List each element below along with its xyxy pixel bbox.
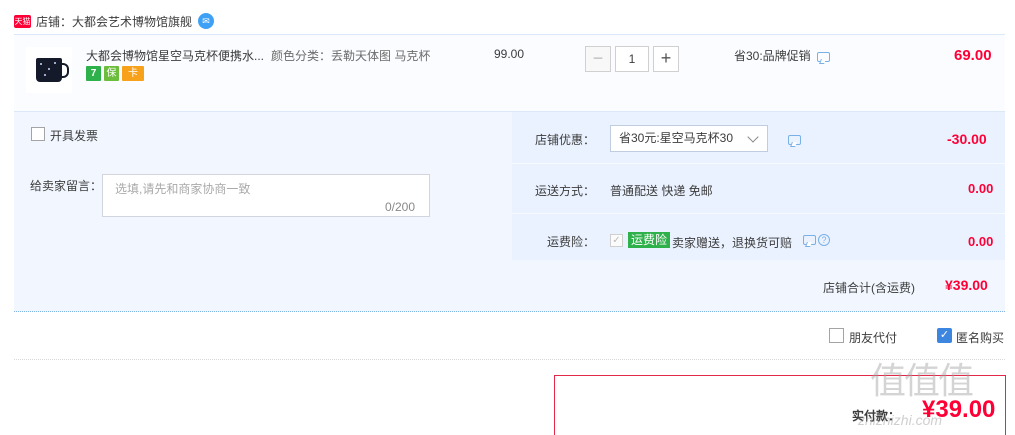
item-total-price: 69.00 bbox=[954, 47, 992, 64]
shop-discount-amount: -30.00 bbox=[947, 131, 987, 147]
promo-comment-icon[interactable] bbox=[816, 51, 830, 62]
service-badges: 7 保 卡 bbox=[86, 66, 144, 81]
tmall-logo-icon: 天猫 bbox=[14, 14, 31, 28]
promotion-info: 省30:品牌促销 bbox=[734, 47, 830, 64]
watermark-url: zhizhizhi.com bbox=[858, 412, 943, 428]
mug-image bbox=[36, 58, 69, 82]
insurance-description: 卖家赠送，退换货可赔 bbox=[672, 236, 793, 250]
promotion-label: 省30:品牌促销 bbox=[734, 49, 811, 63]
quantity-plus-button[interactable]: + bbox=[653, 46, 679, 72]
shop-subtotal-value: ¥39.00 bbox=[945, 277, 988, 293]
message-label: 给卖家留言： bbox=[30, 179, 103, 193]
item-row bbox=[14, 34, 1005, 112]
unit-price: 99.00 bbox=[494, 47, 525, 61]
chevron-down-icon bbox=[747, 131, 759, 143]
insurance-amount: 0.00 bbox=[968, 234, 994, 249]
card-payment-icon[interactable]: 卡 bbox=[122, 66, 144, 81]
store-header: 天猫 店铺：大都会艺术博物馆旗舰 ✉ bbox=[14, 10, 215, 32]
discount-comment-icon[interactable] bbox=[788, 134, 801, 145]
shipping-method: 普通配送 快递 免邮 bbox=[610, 184, 713, 198]
divider bbox=[512, 163, 1005, 164]
shipping-amount: 0.00 bbox=[968, 181, 994, 196]
friend-pay-label[interactable]: 朋友代付 bbox=[849, 329, 897, 346]
invoice-label[interactable]: 开具发票 bbox=[50, 127, 98, 144]
message-placeholder: 选填,请先和商家协商一致 bbox=[115, 182, 251, 196]
divider bbox=[512, 213, 1005, 214]
shipping-label: 运送方式： bbox=[535, 184, 596, 198]
shop-subtotal-label: 店铺合计(含运费) bbox=[823, 281, 915, 295]
guarantee-icon[interactable]: 保 bbox=[104, 66, 119, 81]
shop-discount-label: 店铺优惠： bbox=[535, 133, 596, 147]
anonymous-checkbox[interactable]: ✓ bbox=[937, 328, 952, 343]
insurance-comment-icon[interactable] bbox=[803, 235, 816, 245]
insurance-label: 运费险： bbox=[547, 235, 596, 249]
insurance-icons: ? bbox=[803, 234, 830, 246]
anonymous-label[interactable]: 匿名购买 bbox=[956, 329, 1004, 346]
item-title-link[interactable]: 大都会博物馆星空马克杯便携水... bbox=[86, 47, 264, 64]
store-name-link[interactable]: 店铺：大都会艺术博物馆旗舰 bbox=[36, 13, 192, 30]
insurance-checkbox: ✓ bbox=[610, 234, 623, 247]
shop-discount-value: 省30元:星空马克杯30 bbox=[619, 131, 734, 145]
help-icon[interactable]: ? bbox=[818, 234, 830, 246]
friend-pay-checkbox[interactable] bbox=[829, 328, 844, 343]
seven-day-return-icon[interactable]: 7 bbox=[86, 66, 101, 81]
item-sku: 颜色分类：丢勒天体图 马克杯 bbox=[271, 49, 431, 63]
invoice-checkbox[interactable] bbox=[31, 127, 45, 141]
item-thumbnail[interactable] bbox=[26, 47, 72, 93]
insurance-badge: 运费险 bbox=[628, 232, 671, 248]
watermark-logo: 值值值 bbox=[870, 361, 974, 402]
divider bbox=[14, 359, 1005, 360]
wangwang-chat-icon[interactable]: ✉ bbox=[198, 13, 215, 29]
shop-discount-select[interactable]: 省30元:星空马克杯30 bbox=[610, 125, 768, 152]
quantity-input[interactable]: 1 bbox=[615, 46, 649, 72]
quantity-stepper: − 1 + bbox=[585, 46, 679, 72]
message-char-count: 0/200 bbox=[385, 200, 416, 214]
quantity-minus-button[interactable]: − bbox=[585, 46, 611, 72]
